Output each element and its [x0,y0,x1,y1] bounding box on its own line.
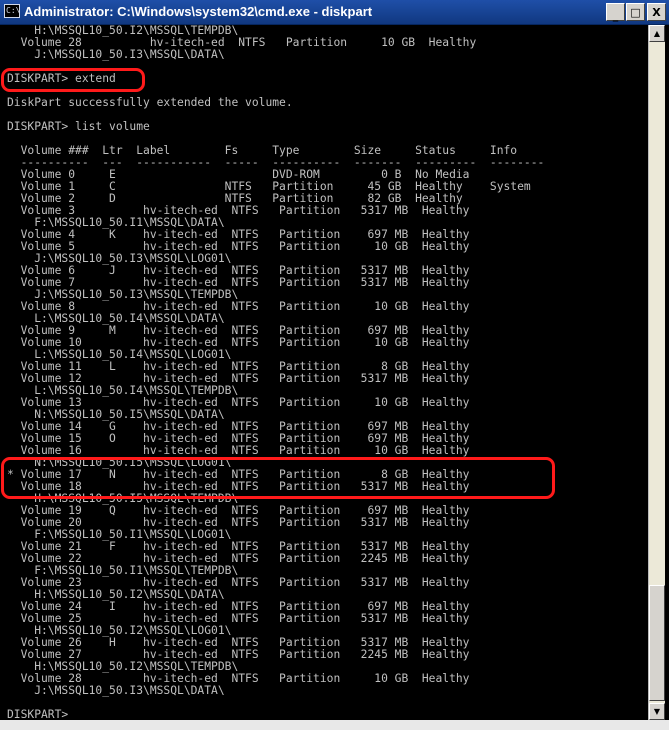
window-bottom-edge [0,720,669,730]
console-line: DiskPart successfully extended the volum… [7,96,293,109]
cmd-icon[interactable]: C:\ [4,4,20,18]
arrow-down-icon: ▼ [653,707,661,716]
close-icon: X [652,5,661,19]
close-button[interactable]: X [647,3,666,21]
console-line: J:\MSSQL10_50.I3\MSSQL\DATA\ [7,48,225,61]
minimize-button[interactable]: _ [606,3,625,21]
console-output[interactable]: H:\MSSQL10_50.I2\MSSQL\TEMPDB\ Volume 28… [4,25,647,720]
console-text: H:\MSSQL10_50.I2\MSSQL\TEMPDB\ Volume 28… [7,25,544,720]
arrow-up-icon: ▲ [653,29,661,38]
scroll-thumb[interactable] [649,585,665,701]
console-line: DISKPART> list volume [7,120,150,133]
title-bar[interactable]: C:\ Administrator: C:\Windows\system32\c… [0,0,669,25]
maximize-icon: □ [630,5,641,19]
scroll-down-button[interactable]: ▼ [649,703,665,720]
console-line: J:\MSSQL10_50.I3\MSSQL\DATA\ [7,684,225,697]
console-window: C:\ Administrator: C:\Windows\system32\c… [0,0,669,730]
console-line: DISKPART> _ [7,708,82,721]
vertical-scrollbar[interactable]: ▲ ▼ [648,25,665,720]
minimize-icon: _ [612,8,619,22]
maximize-button[interactable]: □ [626,3,645,21]
scroll-up-button[interactable]: ▲ [649,25,665,42]
console-line: DISKPART> extend [7,72,116,85]
cmd-icon-glyph: C:\ [6,6,21,15]
window-title: Administrator: C:\Windows\system32\cmd.e… [24,4,373,19]
